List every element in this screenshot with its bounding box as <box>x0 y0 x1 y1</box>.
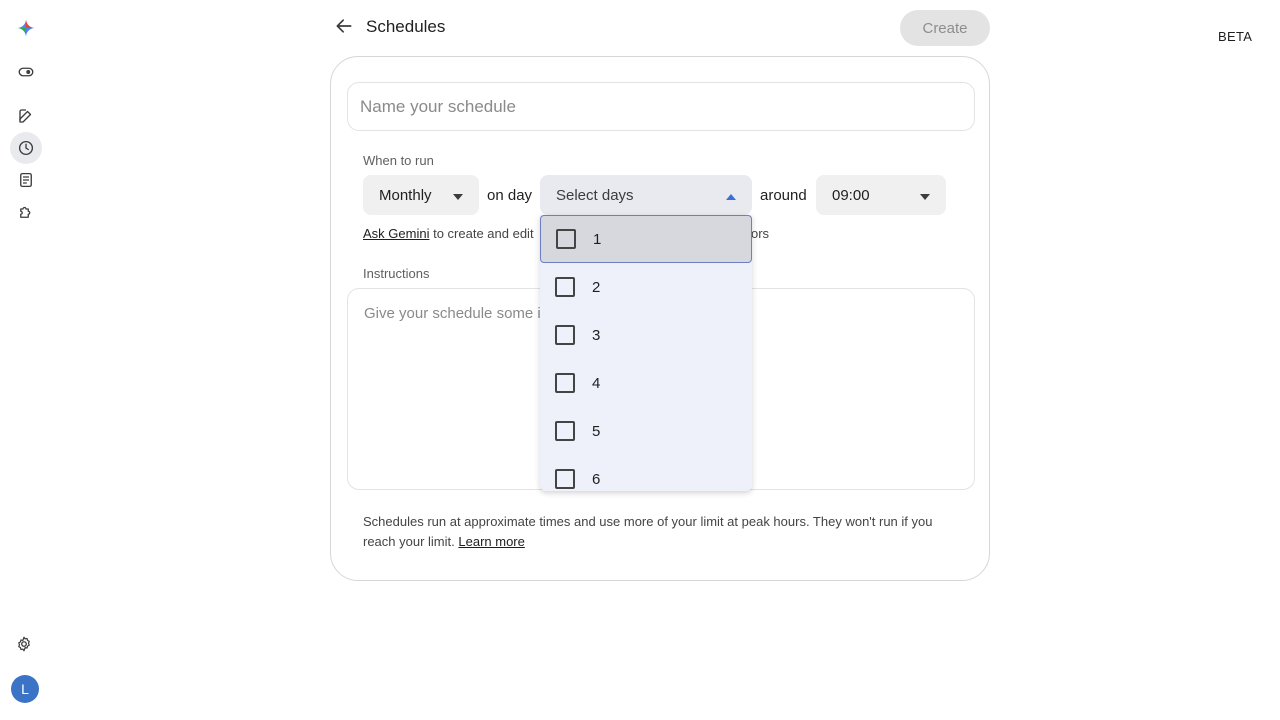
ask-gemini-link[interactable]: Ask Gemini <box>363 226 429 241</box>
hint-text-tail: ors <box>751 226 770 241</box>
toggle-icon[interactable] <box>10 56 42 88</box>
day-option[interactable]: 5 <box>540 407 752 455</box>
extensions-icon[interactable] <box>10 196 42 228</box>
on-day-label: on day <box>487 187 533 204</box>
frequency-value: Monthly <box>379 186 432 204</box>
days-dropdown-list: 1 2 3 4 5 6 <box>540 215 752 491</box>
page-header: Schedules Create <box>330 10 990 46</box>
footer-text: Schedules run at approximate times and u… <box>363 514 933 549</box>
new-chat-icon[interactable] <box>10 100 42 132</box>
avatar[interactable]: L <box>11 675 39 703</box>
checkbox[interactable] <box>555 277 575 297</box>
history-icon[interactable] <box>10 132 42 164</box>
day-option-label: 5 <box>592 422 601 440</box>
days-placeholder: Select days <box>556 186 634 204</box>
frequency-select[interactable]: Monthly <box>363 175 479 215</box>
dropdown-arrow-up-icon <box>726 187 736 204</box>
beta-badge: BETA <box>1218 29 1253 44</box>
dropdown-arrow-icon <box>453 187 463 204</box>
avatar-letter: L <box>21 681 29 697</box>
checkbox[interactable] <box>555 373 575 393</box>
days-select[interactable]: Select days <box>540 175 752 215</box>
gemini-hint: Ask Gemini to create and edit <box>363 226 534 241</box>
schedule-name-input[interactable] <box>347 82 975 131</box>
day-option-label: 3 <box>592 326 601 344</box>
back-arrow-icon[interactable] <box>330 12 358 40</box>
when-to-run-label: When to run <box>363 153 434 168</box>
day-option-label: 6 <box>592 470 601 488</box>
notes-icon[interactable] <box>10 164 42 196</box>
hint-text: to create and edit <box>433 226 534 241</box>
create-button[interactable]: Create <box>900 10 990 46</box>
side-rail: L <box>0 0 52 720</box>
day-option[interactable]: 2 <box>540 263 752 311</box>
learn-more-link[interactable]: Learn more <box>458 534 524 549</box>
instructions-label: Instructions <box>363 266 430 281</box>
time-select[interactable]: 09:00 <box>816 175 946 215</box>
time-value: 09:00 <box>832 186 870 204</box>
day-option-label: 2 <box>592 278 601 296</box>
day-option[interactable]: 3 <box>540 311 752 359</box>
around-label: around <box>760 187 807 204</box>
checkbox[interactable] <box>555 325 575 345</box>
day-option-label: 4 <box>592 374 601 392</box>
checkbox[interactable] <box>555 421 575 441</box>
checkbox[interactable] <box>556 229 576 249</box>
page-title: Schedules <box>366 17 446 36</box>
footer-note: Schedules run at approximate times and u… <box>363 512 963 552</box>
settings-icon[interactable] <box>8 628 40 660</box>
gemini-spark-icon[interactable] <box>10 12 42 44</box>
dropdown-arrow-icon <box>920 187 930 204</box>
day-option[interactable]: 1 <box>540 215 752 263</box>
day-option[interactable]: 4 <box>540 359 752 407</box>
day-option-label: 1 <box>593 230 602 248</box>
day-option[interactable]: 6 <box>540 455 752 491</box>
checkbox[interactable] <box>555 469 575 489</box>
